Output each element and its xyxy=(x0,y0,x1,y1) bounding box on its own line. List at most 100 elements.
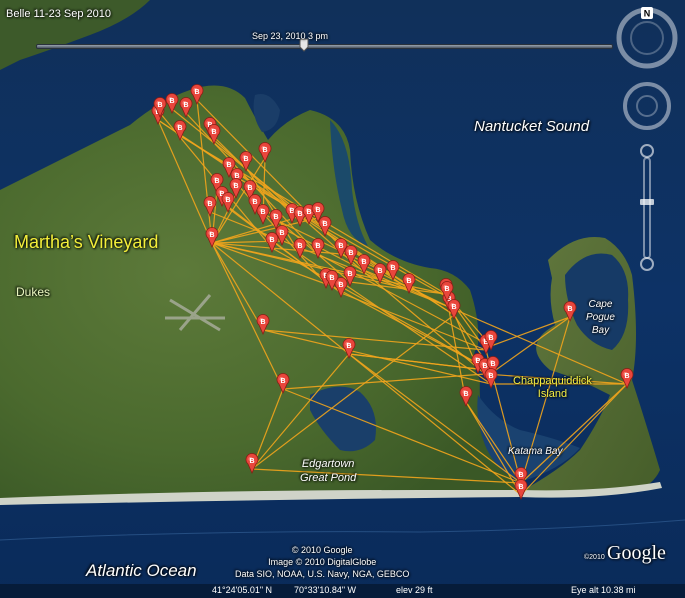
location-marker-icon[interactable]: B xyxy=(165,93,179,114)
marker-letter: B xyxy=(260,209,265,216)
cape-pogue-line1: Cape xyxy=(588,299,613,310)
marker-letter: B xyxy=(269,237,274,244)
marker-letter: B xyxy=(451,304,456,311)
attribution-line2: Image © 2010 DigitalGlobe xyxy=(268,557,377,567)
google-logo-year: ©2010 xyxy=(584,554,605,561)
track-segment xyxy=(251,468,522,484)
marker-letter: B xyxy=(444,286,449,293)
marker-letter: B xyxy=(518,472,523,479)
tour-title: Belle 11-23 Sep 2010 xyxy=(6,8,111,20)
marker-letter: B xyxy=(338,243,343,250)
imagery-attribution: © 2010 Google Image © 2010 DigitalGlobe … xyxy=(235,544,409,580)
location-marker-icon[interactable]: B xyxy=(311,238,325,259)
track-segment xyxy=(211,242,264,331)
marker-letter: B xyxy=(194,89,199,96)
marker-letter: B xyxy=(348,250,353,257)
marker-letter: B xyxy=(260,319,265,326)
marker-letter: B xyxy=(518,484,523,491)
location-marker-icon[interactable]: B xyxy=(620,368,634,389)
location-marker-icon[interactable]: B xyxy=(459,386,473,407)
slider-current-time: Sep 23, 2010 3 pm xyxy=(252,31,329,41)
location-marker-icon[interactable]: B xyxy=(258,142,272,163)
marker-letter: B xyxy=(233,183,238,190)
marker-letter: B xyxy=(315,243,320,250)
attribution-line1: © 2010 Google xyxy=(291,545,353,555)
marker-letter: B xyxy=(252,199,257,206)
cape-pogue-line2: Pogue xyxy=(586,312,615,323)
marker-letter: B xyxy=(297,211,302,218)
marker-letter: B xyxy=(249,458,254,465)
marker-letter: B xyxy=(169,98,174,105)
track-segment xyxy=(251,353,350,470)
location-marker-icon[interactable]: B xyxy=(245,453,259,474)
look-joystick-icon[interactable] xyxy=(623,82,671,130)
cape-pogue-line3: Bay xyxy=(591,325,610,336)
slider-track[interactable] xyxy=(36,44,613,49)
marker-letter: B xyxy=(306,209,311,216)
marker-letter: B xyxy=(567,306,572,313)
track-layer: BBBBB BBBBBBBBBBB BBBBBB B B BBBBB B BBBB BBBBBB… xyxy=(151,84,634,500)
place-label-cape-pogue-bay: Cape Pogue Bay xyxy=(586,298,615,337)
location-marker-icon[interactable]: B xyxy=(256,204,270,225)
marker-letter: B xyxy=(157,102,162,109)
marker-letter: B xyxy=(329,275,334,282)
marker-letter: B xyxy=(297,243,302,250)
zoom-slider[interactable] xyxy=(640,144,654,271)
marker-letter: B xyxy=(225,197,230,204)
attribution-line3: Data SIO, NOAA, U.S. Navy, NGA, GEBCO xyxy=(235,569,410,579)
marker-letter: B xyxy=(346,343,351,350)
location-marker-icon[interactable]: B xyxy=(239,151,253,172)
marker-letter: B xyxy=(347,271,352,278)
chappaquiddick-line1: Chappaquiddick xyxy=(513,375,592,387)
place-label-atlantic-ocean: Atlantic Ocean xyxy=(86,561,197,580)
north-label: N xyxy=(644,9,651,19)
navigation-controls[interactable]: N xyxy=(612,6,682,276)
marker-letter: B xyxy=(463,391,468,398)
marker-letter: B xyxy=(490,361,495,368)
status-latitude: 41°24'05.01" N xyxy=(212,585,273,595)
track-segment xyxy=(465,401,522,484)
marker-letter: B xyxy=(211,129,216,136)
marker-letter: B xyxy=(624,373,629,380)
track-segment xyxy=(492,316,571,373)
marker-letter: B xyxy=(177,125,182,132)
google-logo: Google xyxy=(607,542,666,564)
marker-letter: B xyxy=(226,162,231,169)
marker-letter: B xyxy=(273,214,278,221)
place-label-katama-bay: Katama Bay xyxy=(508,446,563,457)
place-label-marthas-vineyard: Martha’s Vineyard xyxy=(14,232,159,252)
track-segment xyxy=(340,292,487,351)
marker-letter: B xyxy=(262,147,267,154)
status-elevation: elev 29 ft xyxy=(396,585,433,595)
location-marker-icon[interactable]: B xyxy=(514,479,528,500)
marker-letter: B xyxy=(338,282,343,289)
marker-letter: B xyxy=(377,268,382,275)
marker-letter: B xyxy=(280,378,285,385)
edgartown-line1: Edgartown xyxy=(301,458,355,470)
marker-letter: B xyxy=(214,178,219,185)
location-marker-icon[interactable]: B xyxy=(293,238,307,259)
marker-letter: B xyxy=(243,156,248,163)
location-marker-icon[interactable]: B xyxy=(190,84,204,105)
marker-letter: B xyxy=(322,221,327,228)
place-label-dukes: Dukes xyxy=(16,285,51,299)
marker-letter: B xyxy=(207,201,212,208)
place-label-edgartown-great-pond: Edgartown Great Pond xyxy=(300,457,356,485)
marker-letter: B xyxy=(279,230,284,237)
marker-letter: B xyxy=(209,232,214,239)
marker-letter: B xyxy=(183,102,188,109)
north-indicator-icon[interactable]: N xyxy=(641,7,653,19)
edgartown-line2: Great Pond xyxy=(300,472,357,484)
place-label-nantucket-sound: Nantucket Sound xyxy=(474,118,590,135)
chappaquiddick-line2: Island xyxy=(537,388,568,400)
marker-letter: B xyxy=(315,207,320,214)
marker-letter: B xyxy=(390,265,395,272)
status-longitude: 70°33'10.84" W xyxy=(294,585,357,595)
map-view[interactable]: BBBBBBBBBBBBBBBBBBBBBBBBBBBBBBBBBBBBBBBB… xyxy=(0,0,685,598)
marker-letter: B xyxy=(247,185,252,192)
marker-letter: B xyxy=(361,259,366,266)
location-marker-icon[interactable]: B xyxy=(265,232,279,253)
marker-letter: B xyxy=(406,278,411,285)
status-bar: 41°24'05.01" N 70°33'10.84" W elev 29 ft… xyxy=(0,584,685,598)
location-marker-icon[interactable]: B xyxy=(179,97,193,118)
